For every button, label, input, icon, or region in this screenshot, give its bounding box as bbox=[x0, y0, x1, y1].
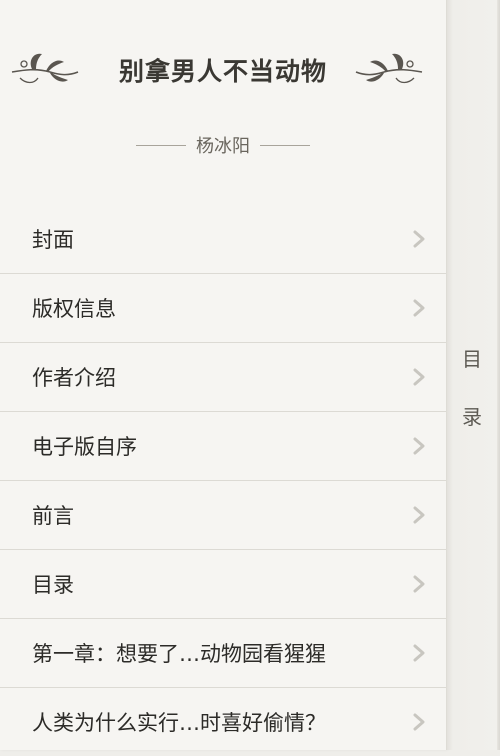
author-divider-right bbox=[260, 144, 310, 146]
toc-item-label: 版权信息 bbox=[32, 297, 116, 321]
toc-item-cover[interactable]: 封面 bbox=[0, 205, 446, 274]
toc-item-label: 作者介绍 bbox=[32, 366, 116, 390]
toc-item-label: 目录 bbox=[32, 573, 74, 597]
chevron-right-icon bbox=[412, 712, 426, 732]
chevron-right-icon bbox=[412, 229, 426, 249]
toc-item-ebook-preface[interactable]: 电子版自序 bbox=[0, 412, 446, 481]
toc-item-label: 前言 bbox=[32, 504, 74, 528]
contents-side-tab[interactable]: 目 录 bbox=[447, 0, 500, 750]
toc-item-contents[interactable]: 目录 bbox=[0, 550, 446, 619]
author-row: 杨冰阳 bbox=[0, 130, 446, 160]
toc-item-foreword[interactable]: 前言 bbox=[0, 481, 446, 550]
chevron-right-icon bbox=[412, 574, 426, 594]
toc-item-label: 封面 bbox=[32, 228, 74, 252]
toc-item-label: 人类为什么实行…时喜好偷情？ bbox=[32, 711, 326, 735]
chevron-right-icon bbox=[412, 436, 426, 456]
chevron-right-icon bbox=[412, 505, 426, 525]
chevron-right-icon bbox=[412, 298, 426, 318]
book-title: 别拿男人不当动物 bbox=[118, 57, 327, 86]
book-header: 别拿男人不当动物 杨冰阳 bbox=[0, 0, 446, 190]
chevron-right-icon bbox=[412, 643, 426, 663]
side-tab-label: 目 录 bbox=[447, 330, 497, 446]
side-tab-char: 目 bbox=[462, 347, 482, 371]
toc-item-author-intro[interactable]: 作者介绍 bbox=[0, 343, 446, 412]
toc-item-chapter-1[interactable]: 第一章：想要了…动物园看猩猩 bbox=[0, 619, 446, 688]
toc-page: 别拿男人不当动物 杨冰阳 封面 版权信息 作者介绍 电子版自序 前言 目录 第一… bbox=[0, 0, 447, 750]
toc-item-label: 第一章：想要了…动物园看猩猩 bbox=[32, 642, 326, 666]
chevron-right-icon bbox=[412, 367, 426, 387]
floral-ornament-left-icon bbox=[10, 42, 80, 92]
floral-ornament-right-icon bbox=[354, 42, 424, 92]
toc-item-copyright[interactable]: 版权信息 bbox=[0, 274, 446, 343]
side-tab-char: 录 bbox=[462, 405, 482, 429]
toc-item-section[interactable]: 人类为什么实行…时喜好偷情？ bbox=[0, 688, 446, 756]
author-name: 杨冰阳 bbox=[196, 136, 250, 157]
author-divider-left bbox=[136, 144, 186, 146]
toc-item-label: 电子版自序 bbox=[32, 435, 137, 459]
toc-list: 封面 版权信息 作者介绍 电子版自序 前言 目录 第一章：想要了…动物园看猩猩 … bbox=[0, 205, 446, 756]
